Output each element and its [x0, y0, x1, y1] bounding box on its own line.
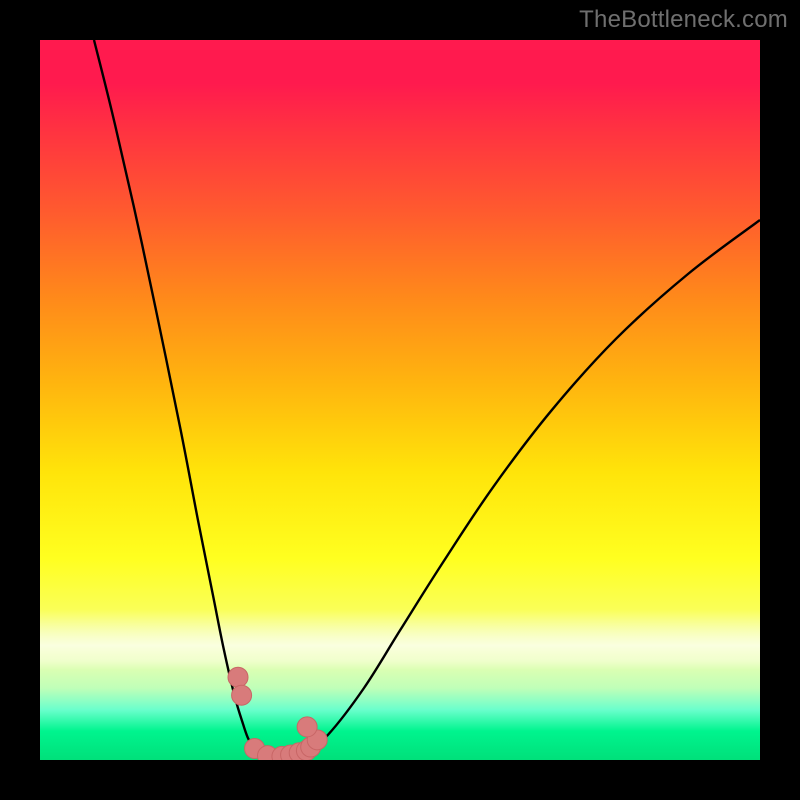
- data-marker: [232, 685, 252, 705]
- curve-right-branch: [306, 220, 760, 751]
- data-marker: [228, 667, 248, 687]
- curve-left-branch: [94, 40, 267, 756]
- chart-frame: TheBottleneck.com: [0, 0, 800, 800]
- data-marker: [297, 717, 317, 737]
- marker-group: [228, 667, 327, 760]
- chart-svg: [40, 40, 760, 760]
- plot-area: [40, 40, 760, 760]
- watermark-text: TheBottleneck.com: [579, 6, 788, 34]
